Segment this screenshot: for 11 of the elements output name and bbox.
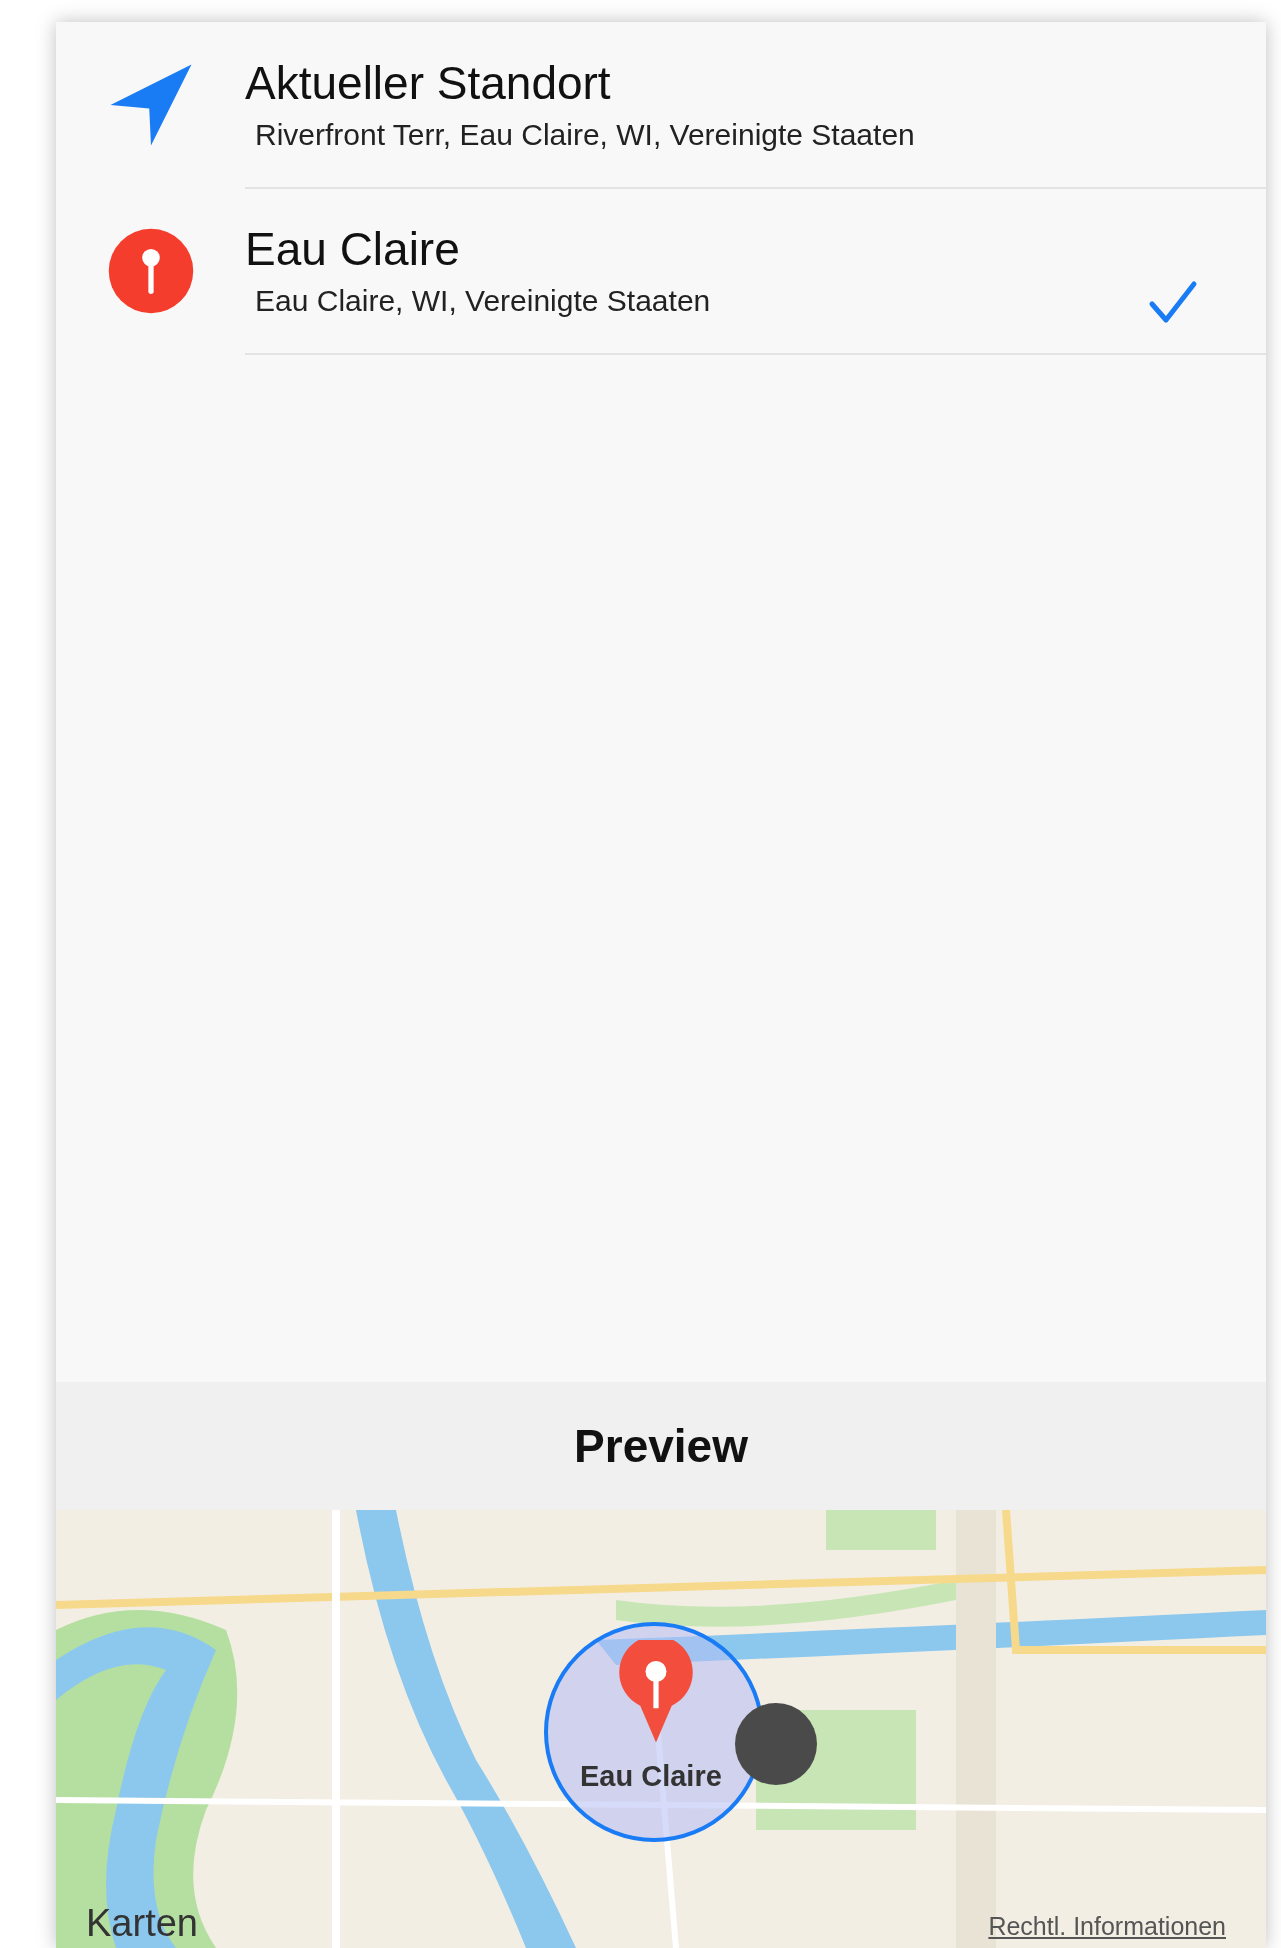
location-address: Riverfront Terr, Eau Claire, WI, Vereinigte Staaten	[254, 118, 915, 152]
legal-link[interactable]: Rechtl. Informationen	[988, 1912, 1226, 1941]
pin-label: Eau Claire	[580, 1760, 722, 1793]
location-address: Eau Claire, WI, Vereinigte Staaten	[254, 284, 711, 318]
pin-icon	[106, 227, 195, 315]
maps-logo: Karten	[86, 1902, 198, 1945]
preview-title: Preview	[574, 1419, 748, 1473]
location-title: Aktueller Standort	[245, 56, 611, 110]
location-row[interactable]: Aktueller Standort Riverfront Terr, Eau Claire, WI, Vereinigte Staaten	[56, 22, 1266, 188]
location-row[interactable]: Eau Claire Eau Claire, WI, Vereinigte Staaten	[56, 188, 1266, 354]
location-title: Eau Claire	[245, 222, 460, 276]
